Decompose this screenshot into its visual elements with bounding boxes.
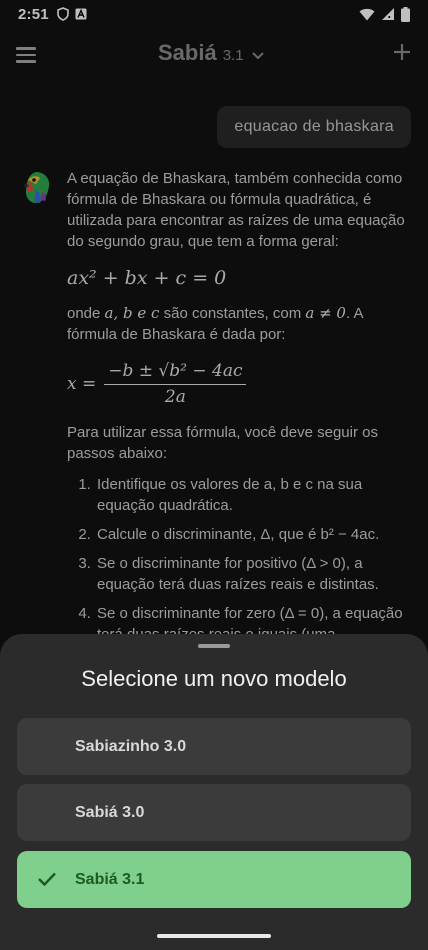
model-option-sabiazinho-3-0[interactable]: Sabiazinho 3.0: [17, 718, 411, 775]
model-bottom-sheet: Selecione um novo modelo Sabiazinho 3.0 …: [0, 634, 428, 950]
model-option-label: Sabiazinho 3.0: [75, 737, 187, 755]
drag-handle[interactable]: [198, 644, 230, 648]
model-option-sabia-3-1[interactable]: Sabiá 3.1: [17, 851, 411, 908]
model-option-label: Sabiá 3.0: [75, 803, 145, 821]
model-option-label: Sabiá 3.1: [75, 870, 145, 888]
check-icon: [38, 872, 56, 887]
model-option-sabia-3-0[interactable]: Sabiá 3.0: [17, 784, 411, 841]
sheet-title: Selecione um novo modelo: [81, 666, 347, 691]
gesture-bar[interactable]: [157, 934, 271, 938]
